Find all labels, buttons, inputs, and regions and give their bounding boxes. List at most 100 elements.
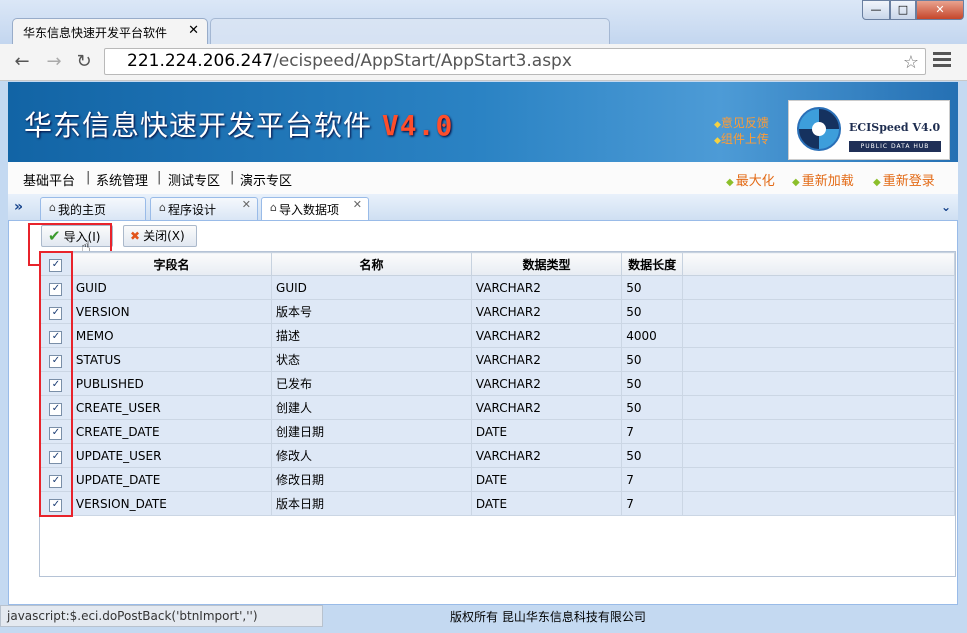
- col-filler: [682, 252, 955, 276]
- app-version: V4.0: [381, 109, 454, 142]
- tab-close-icon[interactable]: ✕: [188, 23, 199, 38]
- home-icon: ⌂: [49, 201, 56, 214]
- tab-label: 程序设计: [167, 203, 216, 217]
- table-row[interactable]: ✓ PUBLISHED 已发布 VARCHAR2 50: [40, 371, 955, 396]
- tab-list-dropdown-icon[interactable]: ⌄: [941, 200, 951, 214]
- logo-emblem-icon: [797, 107, 841, 151]
- browser-menu-icon[interactable]: [933, 52, 951, 70]
- row-filler: [682, 347, 955, 372]
- cell-data-length: 50: [621, 347, 684, 372]
- menu-item-system-admin[interactable]: 系统管理: [96, 170, 148, 189]
- menu-item-demo-area[interactable]: 演示专区: [240, 170, 292, 189]
- copyright-text: 版权所有 昆山华东信息科技有限公司: [450, 610, 646, 624]
- browser-toolbar: ← → ↻ 221.224.206.247/ecispeed/AppStart/…: [0, 44, 967, 81]
- tab-close-icon[interactable]: ✕: [353, 198, 362, 211]
- col-field-name[interactable]: 字段名: [70, 252, 273, 276]
- cell-data-length: 50: [621, 299, 684, 324]
- main-menu: 基础平台 | 系统管理 | 测试专区 | 演示专区 ◆ 最大化 ◆ 重新加载 ◆ 重新…: [8, 162, 958, 195]
- cell-data-type: VARCHAR2: [470, 347, 623, 372]
- cell-data-length: 50: [621, 443, 684, 468]
- table-row[interactable]: ✓ GUID GUID VARCHAR2 50: [40, 275, 955, 300]
- cell-data-type: VARCHAR2: [470, 299, 623, 324]
- cell-field-name: CREATE_USER: [70, 395, 273, 420]
- col-display-name[interactable]: 名称: [271, 252, 472, 276]
- cell-data-length: 4000: [621, 323, 684, 348]
- feedback-label: 意见反馈: [720, 116, 769, 130]
- menu-item-basic-platform[interactable]: 基础平台: [23, 170, 75, 189]
- cell-field-name: MEMO: [70, 323, 273, 348]
- close-page-button[interactable]: ✖ 关闭(X): [123, 225, 197, 247]
- cell-data-length: 50: [621, 395, 684, 420]
- cell-display-name: 创建人: [271, 395, 472, 420]
- relogin-link[interactable]: ◆ 重新登录: [873, 170, 935, 189]
- url-path: /ecispeed/AppStart/AppStart3.aspx: [273, 51, 572, 71]
- reload-icon[interactable]: ↻: [72, 50, 96, 74]
- feedback-link[interactable]: ◆意见反馈: [714, 114, 769, 131]
- maximize-link[interactable]: ◆ 最大化: [726, 170, 775, 189]
- table-row[interactable]: ✓ UPDATE_DATE 修改日期 DATE 7: [40, 467, 955, 492]
- browser-titlebar: 华东信息快速开发平台软件 ✕ — □ ✕: [0, 0, 967, 45]
- home-icon: ⌂: [270, 201, 277, 214]
- product-logo: ECISpeed V4.0 PUBLIC DATA HUB: [788, 100, 950, 160]
- cell-display-name: 版本日期: [271, 491, 472, 516]
- bookmark-star-icon[interactable]: ☆: [903, 50, 919, 75]
- browser-status-bar: javascript:$.eci.doPostBack('btnImport',…: [0, 605, 323, 627]
- back-arrow-icon[interactable]: ←: [10, 50, 34, 74]
- table-row[interactable]: ✓ MEMO 描述 VARCHAR2 4000: [40, 323, 955, 348]
- menu-separator: |: [86, 170, 91, 185]
- browser-tab-title: 华东信息快速开发平台软件: [23, 26, 168, 40]
- tab-label: 我的主页: [57, 203, 106, 217]
- tab-my-home[interactable]: ⌂ 我的主页: [40, 197, 146, 221]
- cell-display-name: GUID: [271, 275, 472, 300]
- cell-data-length: 7: [621, 419, 684, 444]
- app-banner: 华东信息快速开发平台软件 V4.0 ◆意见反馈 ◆组件上传 ECISpeed V…: [8, 82, 958, 162]
- row-filler: [682, 299, 955, 324]
- tab-import-data-items[interactable]: ⌂ 导入数据项 ✕: [261, 197, 369, 222]
- cell-field-name: UPDATE_DATE: [70, 467, 273, 492]
- cell-display-name: 版本号: [271, 299, 472, 324]
- diamond-icon: ◆: [714, 136, 721, 146]
- import-panel: ✔ 导入(I) ✖ 关闭(X) ☝ ✓ 字段名 名称 数据类型 数据长度 ✓ GUID…: [8, 220, 958, 605]
- diamond-icon: ◆: [726, 177, 734, 188]
- table-row[interactable]: ✓ VERSION_DATE 版本日期 DATE 7: [40, 491, 955, 516]
- checkbox-column-highlight: [39, 251, 73, 517]
- close-x-icon: ✖: [130, 229, 141, 243]
- row-filler: [682, 467, 955, 492]
- col-data-type[interactable]: 数据类型: [470, 252, 623, 276]
- minimize-button[interactable]: —: [862, 0, 890, 20]
- maximize-button[interactable]: □: [890, 0, 916, 20]
- row-filler: [682, 419, 955, 444]
- maximize-label: 最大化: [735, 174, 775, 189]
- table-row[interactable]: ✓ CREATE_DATE 创建日期 DATE 7: [40, 419, 955, 444]
- cell-display-name: 修改人: [271, 443, 472, 468]
- col-data-length[interactable]: 数据长度: [621, 252, 684, 276]
- menu-separator: |: [230, 170, 235, 185]
- tab-program-design[interactable]: ⌂ 程序设计 ✕: [150, 197, 258, 221]
- cell-data-length: 7: [621, 491, 684, 516]
- forward-arrow-icon[interactable]: →: [42, 50, 66, 74]
- diamond-icon: ◆: [792, 177, 800, 188]
- menu-separator: |: [157, 170, 162, 185]
- browser-tab-active[interactable]: 华东信息快速开发平台软件 ✕: [12, 18, 208, 45]
- row-filler: [682, 491, 955, 516]
- table-row[interactable]: ✓ STATUS 状态 VARCHAR2 50: [40, 347, 955, 372]
- table-row[interactable]: ✓ UPDATE_USER 修改人 VARCHAR2 50: [40, 443, 955, 468]
- table-row[interactable]: ✓ CREATE_USER 创建人 VARCHAR2 50: [40, 395, 955, 420]
- tab-close-icon[interactable]: ✕: [242, 198, 251, 211]
- table-row[interactable]: ✓ VERSION 版本号 VARCHAR2 50: [40, 299, 955, 324]
- window-close-button[interactable]: ✕: [916, 0, 964, 20]
- cell-data-type: VARCHAR2: [470, 443, 623, 468]
- row-filler: [682, 395, 955, 420]
- menu-item-test-area[interactable]: 测试专区: [168, 170, 220, 189]
- cell-data-type: VARCHAR2: [470, 323, 623, 348]
- tab-label: 导入数据项: [278, 203, 339, 217]
- expand-sidebar-icon[interactable]: »: [14, 199, 23, 215]
- cell-display-name: 创建日期: [271, 419, 472, 444]
- upload-link[interactable]: ◆组件上传: [714, 130, 769, 147]
- browser-tab-blurred[interactable]: [210, 18, 610, 45]
- reload-link[interactable]: ◆ 重新加载: [792, 170, 854, 189]
- content-tabbar: » ⌂ 我的主页 ⌂ 程序设计 ✕ ⌂ 导入数据项 ✕ ⌄: [8, 194, 958, 222]
- cell-data-length: 50: [621, 275, 684, 300]
- row-filler: [682, 323, 955, 348]
- address-bar[interactable]: 221.224.206.247/ecispeed/AppStart/AppSta…: [104, 48, 926, 75]
